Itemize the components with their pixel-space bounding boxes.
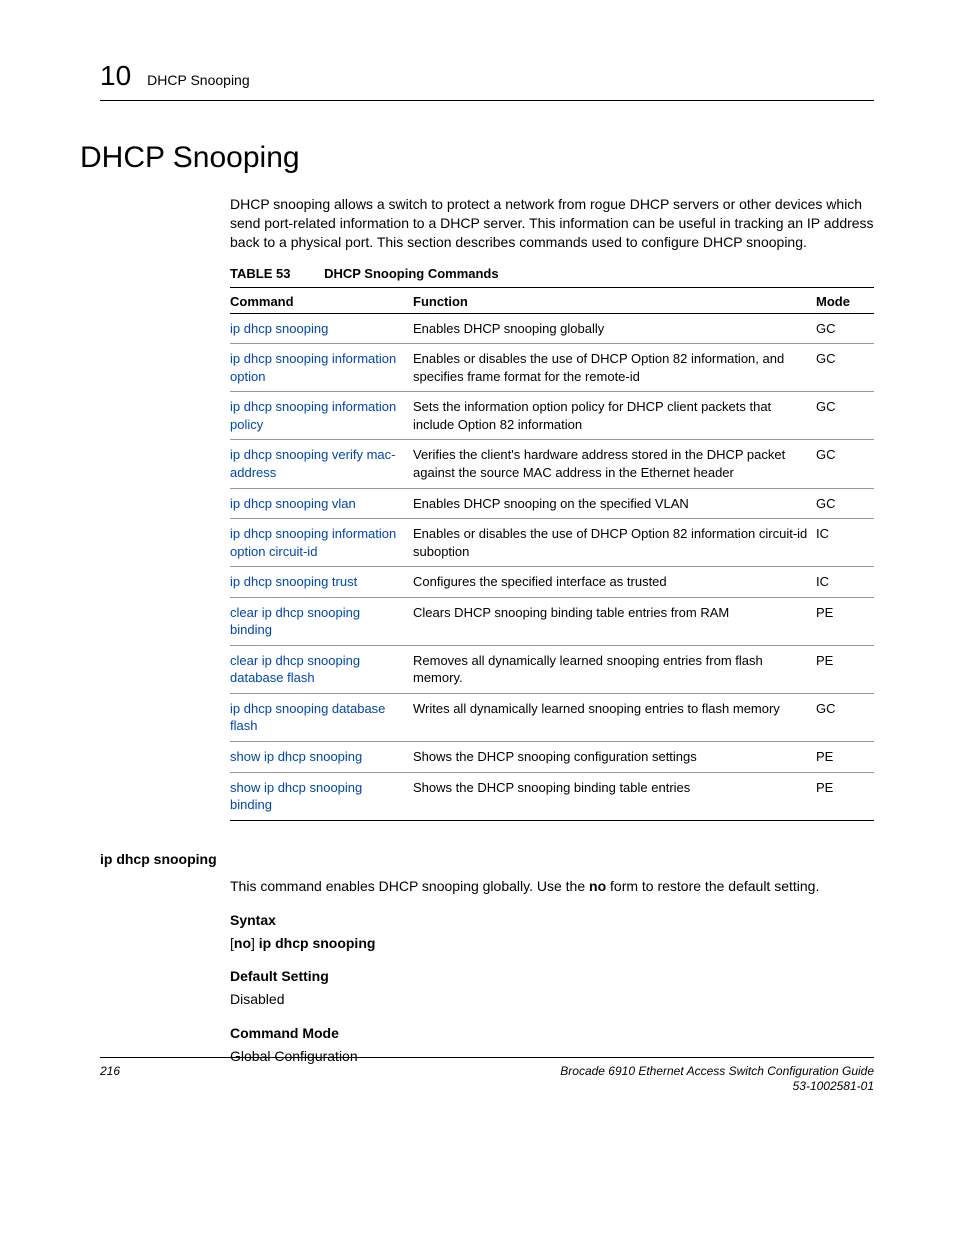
command-description: This command enables DHCP snooping globa… [230, 877, 874, 896]
desc-bold: no [589, 878, 606, 894]
table-row: ip dhcp snooping verify mac-addressVerif… [230, 440, 874, 488]
col-header-command: Command [230, 287, 413, 313]
syntax-text: [no] ip dhcp snooping [230, 934, 874, 953]
command-function: Enables or disables the use of DHCP Opti… [413, 344, 816, 392]
table-row: ip dhcp snooping information policySets … [230, 392, 874, 440]
command-function: Sets the information option policy for D… [413, 392, 816, 440]
table-row: show ip dhcp snooping bindingShows the D… [230, 772, 874, 820]
command-link[interactable]: show ip dhcp snooping [230, 741, 413, 772]
table-header-row: Command Function Mode [230, 287, 874, 313]
command-link[interactable]: ip dhcp snooping trust [230, 567, 413, 598]
syntax-heading: Syntax [230, 912, 874, 928]
header-section: DHCP Snooping [147, 72, 249, 88]
col-header-function: Function [413, 287, 816, 313]
command-function: Enables or disables the use of DHCP Opti… [413, 519, 816, 567]
command-link[interactable]: ip dhcp snooping information policy [230, 392, 413, 440]
syntax-no: no [234, 935, 251, 951]
command-mode: PE [816, 741, 874, 772]
command-mode: GC [816, 344, 874, 392]
table-row: ip dhcp snooping database flashWrites al… [230, 693, 874, 741]
command-mode: GC [816, 488, 874, 519]
table-title: DHCP Snooping Commands [324, 266, 499, 281]
syntax-command: ip dhcp snooping [259, 935, 376, 951]
desc-pre: This command enables DHCP snooping globa… [230, 878, 589, 894]
table-row: show ip dhcp snoopingShows the DHCP snoo… [230, 741, 874, 772]
table-row: ip dhcp snooping vlanEnables DHCP snoopi… [230, 488, 874, 519]
command-mode: IC [816, 567, 874, 598]
command-link[interactable]: ip dhcp snooping information option [230, 344, 413, 392]
table-row: ip dhcp snooping trustConfigures the spe… [230, 567, 874, 598]
page-number: 216 [100, 1064, 120, 1078]
command-mode: PE [816, 645, 874, 693]
command-link[interactable]: ip dhcp snooping verify mac-address [230, 440, 413, 488]
command-link[interactable]: show ip dhcp snooping binding [230, 772, 413, 820]
page-footer: 216 Brocade 6910 Ethernet Access Switch … [100, 1057, 874, 1095]
command-mode: GC [816, 313, 874, 344]
command-link[interactable]: clear ip dhcp snooping database flash [230, 645, 413, 693]
command-mode: PE [816, 597, 874, 645]
col-header-mode: Mode [816, 287, 874, 313]
command-link[interactable]: ip dhcp snooping vlan [230, 488, 413, 519]
command-function: Removes all dynamically learned snooping… [413, 645, 816, 693]
intro-paragraph: DHCP snooping allows a switch to protect… [230, 195, 874, 252]
command-detail-heading: ip dhcp snooping [100, 851, 874, 867]
command-function: Shows the DHCP snooping configuration se… [413, 741, 816, 772]
table-number: TABLE 53 [230, 266, 290, 281]
commands-table: Command Function Mode ip dhcp snoopingEn… [230, 287, 874, 821]
table-caption: TABLE 53 DHCP Snooping Commands [230, 266, 874, 281]
header-rule [100, 100, 874, 101]
command-function: Verifies the client's hardware address s… [413, 440, 816, 488]
command-link[interactable]: ip dhcp snooping [230, 313, 413, 344]
command-function: Enables DHCP snooping globally [413, 313, 816, 344]
footer-doc-info: Brocade 6910 Ethernet Access Switch Conf… [560, 1064, 874, 1095]
footer-doc-number: 53-1002581-01 [793, 1079, 874, 1093]
footer-doc-title: Brocade 6910 Ethernet Access Switch Conf… [560, 1064, 874, 1078]
command-mode: GC [816, 392, 874, 440]
table-row: ip dhcp snooping information optionEnabl… [230, 344, 874, 392]
command-mode: GC [816, 440, 874, 488]
command-mode-heading: Command Mode [230, 1025, 874, 1041]
command-mode: GC [816, 693, 874, 741]
default-setting-value: Disabled [230, 990, 874, 1009]
command-link[interactable]: clear ip dhcp snooping binding [230, 597, 413, 645]
command-mode: PE [816, 772, 874, 820]
default-setting-heading: Default Setting [230, 968, 874, 984]
command-link[interactable]: ip dhcp snooping database flash [230, 693, 413, 741]
command-function: Writes all dynamically learned snooping … [413, 693, 816, 741]
table-row: ip dhcp snoopingEnables DHCP snooping gl… [230, 313, 874, 344]
command-function: Configures the specified interface as tr… [413, 567, 816, 598]
syntax-close-bracket: ] [251, 935, 259, 951]
page-title: DHCP Snooping [80, 141, 874, 175]
command-function: Shows the DHCP snooping binding table en… [413, 772, 816, 820]
table-row: ip dhcp snooping information option circ… [230, 519, 874, 567]
command-mode: IC [816, 519, 874, 567]
command-link[interactable]: ip dhcp snooping information option circ… [230, 519, 413, 567]
command-function: Enables DHCP snooping on the specified V… [413, 488, 816, 519]
command-function: Clears DHCP snooping binding table entri… [413, 597, 816, 645]
table-row: clear ip dhcp snooping bindingClears DHC… [230, 597, 874, 645]
page-header: 10 DHCP Snooping [100, 60, 874, 92]
chapter-number: 10 [100, 60, 131, 92]
table-row: clear ip dhcp snooping database flashRem… [230, 645, 874, 693]
desc-post: form to restore the default setting. [606, 878, 819, 894]
